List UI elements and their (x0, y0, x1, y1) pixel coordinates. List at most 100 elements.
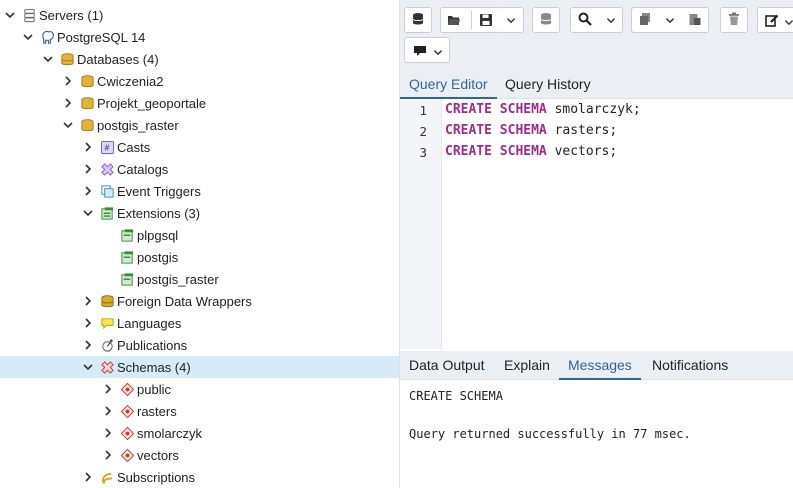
tree-node-db-projekt-geoportale[interactable]: Projekt_geoportale (0, 92, 399, 114)
tree-node-db-cwiczenia2[interactable]: Cwiczenia2 (0, 70, 399, 92)
chevron-right-icon[interactable] (81, 184, 95, 198)
languages-icon (99, 315, 115, 331)
chevron-right-icon[interactable] (81, 162, 95, 176)
database-icon (79, 95, 95, 111)
database-icon (79, 73, 95, 89)
publications-icon (99, 337, 115, 353)
tree-node-schema-public[interactable]: public (0, 378, 399, 400)
tree-node-languages[interactable]: Languages (0, 312, 399, 334)
line-number: 2 (419, 124, 427, 139)
tree-label: postgis_raster (137, 271, 219, 287)
sql-keyword: CREATE SCHEMA (445, 102, 547, 117)
tab-notifications[interactable]: Notifications (643, 351, 737, 379)
line-number: 1 (419, 103, 427, 118)
tree-node-subscriptions[interactable]: Subscriptions (0, 466, 399, 488)
tree-node-ext-plpgsql[interactable]: plpgsql (0, 224, 399, 246)
tree-node-servers[interactable]: Servers (1) (0, 4, 399, 26)
chevron-right-icon[interactable] (81, 294, 95, 308)
copy-button[interactable] (631, 7, 659, 33)
chevron-down-icon[interactable] (3, 8, 17, 22)
tree-label: Projekt_geoportale (97, 95, 207, 111)
tree-node-db-postgis-raster[interactable]: postgis_raster (0, 114, 399, 136)
line-number: 3 (419, 145, 427, 160)
schemas-icon (99, 359, 115, 375)
chevron-right-icon[interactable] (61, 96, 75, 110)
delete-button[interactable] (720, 7, 748, 33)
edit-button[interactable] (757, 7, 793, 33)
code-line: CREATE SCHEMA smolarczyk; (445, 102, 641, 117)
tree-node-schemas[interactable]: Schemas (4) (0, 356, 399, 378)
sql-keyword: CREATE SCHEMA (445, 144, 547, 159)
tree-node-databases[interactable]: Databases (4) (0, 48, 399, 70)
tab-query-editor[interactable]: Query Editor (400, 70, 497, 99)
schema-icon (119, 447, 135, 463)
tree-node-foreign-data-wrappers[interactable]: Foreign Data Wrappers (0, 290, 399, 312)
tree-label: plpgsql (137, 227, 179, 243)
chevron-right-icon[interactable] (101, 404, 115, 418)
save-icon[interactable] (479, 13, 493, 30)
tab-explain[interactable]: Explain (495, 351, 559, 379)
code-line: CREATE SCHEMA vectors; (445, 144, 617, 159)
save-data-button[interactable] (532, 7, 560, 33)
copy-dropdown-button[interactable] (658, 7, 682, 33)
chevron-down-icon[interactable] (61, 118, 75, 132)
chevron-right-icon[interactable] (101, 426, 115, 440)
tree-label: public (137, 381, 171, 397)
paste-button[interactable] (681, 7, 709, 33)
connection-status-button[interactable] (404, 7, 432, 33)
tree-node-event-triggers[interactable]: Event Triggers (0, 180, 399, 202)
database-icon (411, 12, 425, 29)
chevron-down-icon[interactable] (21, 30, 35, 44)
output-tabbar: Data Output Explain Messages Notificatio… (400, 351, 793, 380)
object-browser-tree: Servers (1) PostgreSQL 14 Databases (4) … (0, 0, 399, 488)
find-button[interactable] (570, 7, 600, 33)
tree-node-schema-vectors[interactable]: vectors (0, 444, 399, 466)
code-line: CREATE SCHEMA rasters; (445, 123, 617, 138)
chevron-right-icon[interactable] (61, 74, 75, 88)
tree-label: Schemas (4) (117, 359, 191, 375)
tree-node-schema-smolarczyk[interactable]: smolarczyk (0, 422, 399, 444)
message-line: Query returned successfully in 77 msec. (409, 427, 691, 441)
chevron-right-icon[interactable] (81, 140, 95, 154)
trash-icon (727, 12, 741, 29)
tree-node-catalogs[interactable]: Catalogs (0, 158, 399, 180)
tree-label: Event Triggers (117, 183, 201, 199)
event-triggers-icon (99, 183, 115, 199)
tree-label: Subscriptions (117, 469, 196, 485)
chevron-right-icon[interactable] (81, 338, 95, 352)
catalogs-icon (99, 161, 115, 177)
tree-node-casts[interactable]: # Casts (0, 136, 399, 158)
tree-node-extensions[interactable]: Extensions (3) (0, 202, 399, 224)
tab-query-history[interactable]: Query History (496, 70, 600, 98)
tree-label: postgis (137, 249, 179, 265)
sql-editor[interactable]: 1 2 3 CREATE SCHEMA smolarczyk; CREATE S… (400, 99, 793, 349)
tree-label: Catalogs (117, 161, 169, 177)
sql-identifier: vectors; (546, 144, 618, 159)
chevron-down-icon[interactable] (81, 206, 95, 220)
tree-node-schema-rasters[interactable]: rasters (0, 400, 399, 422)
tree-node-server-postgresql[interactable]: PostgreSQL 14 (0, 26, 399, 48)
tab-data-output[interactable]: Data Output (400, 351, 494, 379)
tree-label: Casts (117, 139, 151, 155)
chevron-right-icon[interactable] (101, 448, 115, 462)
chevron-down-icon (784, 15, 793, 30)
chevron-right-icon[interactable] (101, 382, 115, 396)
casts-icon: # (99, 139, 115, 155)
tree-node-publications[interactable]: Publications (0, 334, 399, 356)
tree-label: vectors (137, 447, 179, 463)
tree-node-ext-postgis[interactable]: postgis (0, 246, 399, 268)
chevron-right-icon[interactable] (81, 316, 95, 330)
chevron-down-icon[interactable] (81, 360, 95, 374)
execute-options-button[interactable] (404, 37, 450, 63)
chevron-down-icon[interactable] (41, 52, 55, 66)
folder-open-icon[interactable] (447, 13, 461, 30)
tab-messages[interactable]: Messages (559, 351, 641, 380)
find-dropdown-button[interactable] (599, 7, 623, 33)
chevron-right-icon[interactable] (81, 470, 95, 484)
schema-icon (119, 403, 135, 419)
extensions-icon (99, 205, 115, 221)
svg-text:#: # (103, 143, 109, 152)
tree-node-ext-postgis-raster[interactable]: postgis_raster (0, 268, 399, 290)
message-line: CREATE SCHEMA (409, 389, 503, 403)
save-dropdown-button[interactable] (499, 7, 524, 33)
